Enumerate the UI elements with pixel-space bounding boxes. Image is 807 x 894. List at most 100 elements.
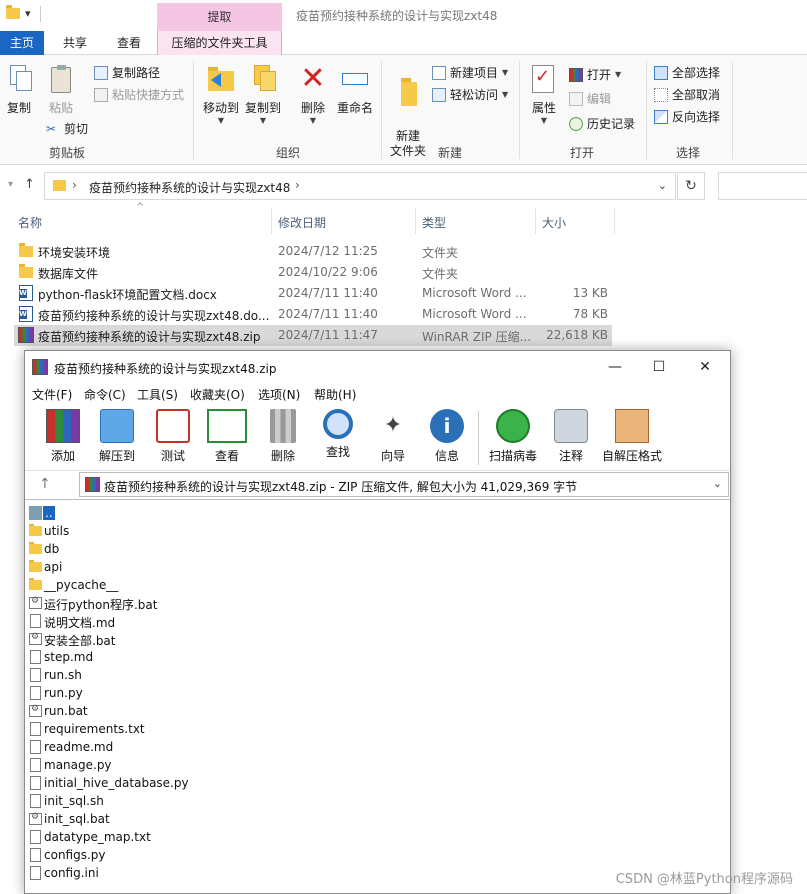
magnifier-icon: [323, 409, 353, 439]
file-name: 环境安装环境: [38, 246, 111, 260]
rename-icon: [340, 63, 370, 95]
magic-wand-icon: ✦: [383, 413, 403, 438]
minimize-button[interactable]: —: [593, 355, 637, 379]
divider: [519, 61, 520, 159]
breadcrumb[interactable]: 疫苗预约接种系统的设计与实现zxt48: [89, 179, 290, 196]
invert-selection-button[interactable]: 反向选择: [654, 108, 720, 125]
find-button[interactable]: 查找: [318, 409, 358, 460]
search-input[interactable]: [718, 172, 807, 200]
up-arrow-icon[interactable]: ↑: [24, 177, 35, 192]
test-button[interactable]: 测试: [153, 409, 193, 464]
sort-ascending-icon: ^: [136, 202, 145, 213]
copy-path-button[interactable]: 复制路径: [94, 64, 160, 81]
properties-button[interactable]: 属性▼: [528, 63, 560, 125]
copy-to-icon: [248, 63, 278, 95]
select-all-button[interactable]: 全部选择: [654, 64, 720, 81]
delete-x-icon: ✕: [300, 61, 326, 96]
file-type: WinRAR ZIP 压缩...: [422, 330, 532, 344]
open-button[interactable]: 打开 ▼: [569, 66, 621, 83]
edit-button[interactable]: 编辑: [569, 90, 611, 107]
delete-archive-button[interactable]: 删除: [263, 409, 303, 464]
quick-access-dropdown-icon[interactable]: ▾: [25, 7, 31, 20]
invert-selection-label: 反向选择: [672, 110, 721, 124]
menu-file[interactable]: 文件(F): [32, 386, 72, 403]
column-header-type[interactable]: 类型: [422, 214, 446, 231]
file-type: 文件夹: [422, 267, 459, 281]
file-row[interactable]: 数据库文件 2024/10/22 9:06 文件夹: [14, 262, 612, 283]
info-button[interactable]: i 信息: [427, 409, 467, 464]
breadcrumb-separator: ›: [295, 178, 300, 192]
refresh-button[interactable]: ↻: [677, 172, 705, 200]
recent-locations-icon[interactable]: ▾: [8, 179, 13, 190]
file-size: 78 KB: [572, 307, 608, 321]
file-date: 2024/7/11 11:40: [278, 307, 378, 321]
comment-button[interactable]: 注释: [551, 409, 591, 464]
close-button[interactable]: ✕: [683, 355, 727, 379]
rename-button[interactable]: 重命名: [335, 63, 375, 116]
file-size: 22,618 KB: [546, 328, 608, 342]
extract-to-button[interactable]: 解压到: [97, 409, 137, 464]
paste-button[interactable]: 粘贴: [46, 63, 76, 116]
menu-tools[interactable]: 工具(S): [137, 386, 178, 403]
copy-to-button[interactable]: 复制到 ▼: [243, 63, 283, 125]
menu-options[interactable]: 选项(N): [258, 386, 300, 403]
entry-name: readme.md: [44, 740, 114, 754]
edit-icon: [569, 91, 583, 106]
chevron-down-icon[interactable]: ⌄: [713, 477, 722, 490]
tab-view[interactable]: 查看: [104, 31, 154, 55]
winrar-archive-icon: [18, 327, 34, 343]
add-button[interactable]: 添加: [43, 409, 83, 464]
file-row-selected[interactable]: 疫苗预约接种系统的设计与实现zxt48.zip 2024/7/11 11:47 …: [14, 325, 612, 346]
sfx-button[interactable]: 自解压格式: [599, 409, 665, 464]
winrar-icon: [85, 477, 100, 492]
column-header-date[interactable]: 修改日期: [278, 214, 326, 231]
entry-name: 安装全部.bat: [44, 634, 116, 648]
folder-icon: [29, 560, 42, 572]
column-header-name[interactable]: 名称: [18, 214, 42, 231]
new-folder-button[interactable]: 新建 文件夹: [388, 63, 428, 159]
info-label: 信息: [434, 449, 459, 463]
file-row[interactable]: python-flask环境配置文档.docx 2024/7/11 11:40 …: [14, 283, 612, 304]
menu-help[interactable]: 帮助(H): [314, 386, 356, 403]
virus-scan-button[interactable]: 扫描病毒: [485, 409, 541, 464]
file-date: 2024/7/11 11:47: [278, 328, 378, 342]
file-type: Microsoft Word ...: [422, 286, 527, 300]
archive-path-field[interactable]: 疫苗预约接种系统的设计与实现zxt48.zip - ZIP 压缩文件, 解包大小…: [79, 472, 729, 497]
tab-home[interactable]: 主页: [0, 31, 44, 55]
entry-name: utils: [44, 524, 70, 538]
wizard-button[interactable]: ✦ 向导: [373, 409, 413, 464]
view-button[interactable]: 查看: [207, 409, 247, 464]
select-none-button[interactable]: 全部取消: [654, 86, 720, 103]
new-folder-icon: [393, 78, 423, 110]
history-label: 历史记录: [587, 117, 636, 131]
extract-folder-icon: [100, 409, 134, 443]
file-row[interactable]: 环境安装环境 2024/7/12 11:25 文件夹: [14, 241, 612, 262]
divider: [646, 61, 647, 159]
word-document-icon: [19, 285, 33, 301]
history-button[interactable]: 历史记录: [569, 115, 635, 132]
sfx-box-icon: [615, 409, 649, 443]
chevron-down-icon: ▼: [309, 116, 317, 125]
up-arrow-icon[interactable]: ↑: [39, 476, 51, 492]
extract-context-tab[interactable]: 提取: [157, 3, 282, 31]
file-row[interactable]: 疫苗预约接种系统的设计与实现zxt48.do... 2024/7/11 11:4…: [14, 304, 612, 325]
properties-check-icon: [529, 63, 559, 95]
new-item-button[interactable]: 新建项目 ▼: [432, 64, 508, 81]
menu-favorites[interactable]: 收藏夹(O): [190, 386, 245, 403]
move-to-button[interactable]: 移动到 ▼: [201, 63, 241, 125]
tab-share[interactable]: 共享: [50, 31, 100, 55]
easy-access-button[interactable]: 轻松访问 ▼: [432, 86, 508, 103]
entry-name: requirements.txt: [44, 722, 145, 736]
tab-compressed-folder-tools[interactable]: 压缩的文件夹工具: [157, 31, 282, 55]
file-icon: [30, 830, 41, 844]
column-header-size[interactable]: 大小: [542, 214, 566, 231]
address-bar[interactable]: › 疫苗预约接种系统的设计与实现zxt48 › ⌄: [44, 172, 676, 200]
menu-commands[interactable]: 命令(C): [84, 386, 126, 403]
paste-shortcut-button[interactable]: 粘贴快捷方式: [94, 86, 184, 103]
cut-button[interactable]: ✂ 剪切: [46, 120, 88, 137]
copy-button[interactable]: 复制: [4, 63, 34, 116]
maximize-button[interactable]: ☐: [637, 355, 681, 379]
chevron-down-icon[interactable]: ⌄: [658, 179, 667, 192]
delete-button[interactable]: ✕ 删除 ▼: [297, 61, 329, 126]
file-type: 文件夹: [422, 246, 459, 260]
